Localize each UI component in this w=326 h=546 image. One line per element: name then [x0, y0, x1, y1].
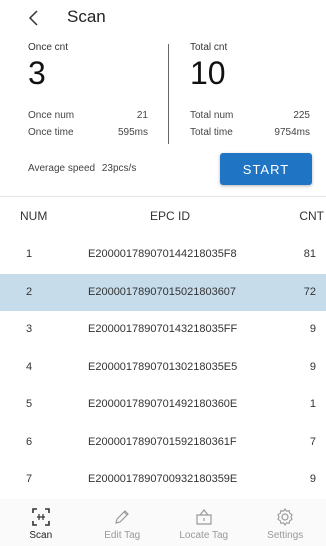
total-time-label: Total time	[190, 127, 233, 138]
total-time-value: 9754ms	[274, 127, 310, 138]
average-speed-value: 23pcs/s	[101, 163, 137, 174]
average-speed: Average speed 23pcs/s	[28, 163, 136, 174]
row-cnt: 9	[309, 323, 316, 335]
nav-item-scan[interactable]: Scan	[0, 499, 82, 546]
row-epc: E2000017890700932180359E	[88, 473, 238, 485]
table-header: NUM EPC ID CNT	[0, 196, 326, 234]
total-time-row: Total time 9754ms	[190, 127, 310, 141]
row-epc: E2000017890701492180360E	[88, 398, 238, 410]
stats-divider	[168, 44, 169, 144]
once-cnt-label: Once cnt	[28, 42, 69, 53]
app-header: Scan	[0, 0, 326, 36]
once-num-label: Once num	[28, 110, 75, 121]
start-button[interactable]: START	[220, 153, 312, 185]
scan-stats-panel: Once cnt 3 Once num 21 Once time 595ms T…	[0, 36, 326, 196]
nav-label-edit-tag: Edit Tag	[104, 530, 141, 541]
gear-icon	[277, 508, 293, 526]
page-title: Scan	[67, 7, 106, 26]
once-cnt-value: 3	[28, 55, 46, 91]
once-num-row: Once num 21	[28, 110, 148, 124]
row-num: 7	[26, 473, 33, 485]
col-header-epc: EPC ID	[149, 209, 190, 223]
row-cnt: 72	[303, 285, 316, 298]
row-epc: E200001789070144218035F8	[88, 248, 237, 260]
row-epc: E20000178907015021803607	[88, 285, 237, 298]
row-epc: E200001789070130218035E5	[88, 360, 238, 373]
row-num: 5	[26, 398, 33, 410]
once-stats: Once cnt 3 Once num 21 Once time 595ms	[28, 42, 148, 138]
row-cnt: 9	[309, 473, 316, 485]
total-num-value: 225	[293, 110, 310, 121]
row-num: 1	[26, 248, 33, 260]
tag-list[interactable]: 1 E200001789070144218035F8 81 2 E2000017…	[0, 236, 326, 499]
once-time-row: Once time 595ms	[28, 127, 148, 141]
average-speed-label: Average speed	[28, 163, 96, 174]
total-cnt-value: 10	[190, 55, 226, 91]
row-cnt: 9	[309, 360, 316, 373]
row-epc: E200001789070143218035FF	[88, 323, 238, 335]
total-num-label: Total num	[190, 110, 234, 121]
row-num: 2	[26, 285, 33, 298]
nav-label-locate-tag: Locate Tag	[179, 530, 229, 541]
table-row[interactable]: 3 E200001789070143218035FF 9	[0, 311, 326, 349]
col-header-cnt: CNT	[299, 209, 324, 223]
pencil-icon	[115, 510, 130, 524]
row-epc: E2000017890701592180361F	[88, 435, 237, 448]
nav-item-edit-tag[interactable]: Edit Tag	[82, 499, 164, 546]
once-num-value: 21	[136, 110, 148, 121]
table-row-selected[interactable]: 2 E20000178907015021803607 72	[0, 273, 326, 311]
table-row[interactable]: 4 E200001789070130218035E5 9	[0, 349, 326, 387]
row-cnt: 7	[309, 435, 316, 448]
table-row[interactable]: 7 E2000017890700932180359E 9	[0, 461, 326, 499]
table-row[interactable]: 1 E200001789070144218035F8 81	[0, 236, 326, 274]
nav-label-scan: Scan	[29, 530, 53, 541]
row-cnt: 81	[303, 248, 316, 260]
total-cnt-label: Total cnt	[190, 42, 228, 53]
row-num: 3	[26, 323, 33, 335]
bottom-nav: Scan Edit Tag Locate Tag Settings	[0, 499, 326, 546]
row-num: 6	[26, 435, 33, 448]
scan-icon	[31, 508, 50, 526]
table-row[interactable]: 5 E2000017890701492180360E 1	[0, 386, 326, 424]
nav-item-settings[interactable]: Settings	[245, 499, 326, 546]
once-time-value: 595ms	[117, 127, 148, 138]
tag-icon	[196, 509, 212, 525]
table-row[interactable]: 6 E2000017890701592180361F 7	[0, 424, 326, 462]
total-num-row: Total num 225	[190, 110, 310, 124]
row-cnt: 1	[309, 398, 316, 410]
back-button[interactable]	[24, 6, 44, 30]
once-time-label: Once time	[28, 127, 74, 138]
total-stats: Total cnt 10 Total num 225 Total time 97…	[190, 42, 310, 138]
chevron-left-icon	[28, 10, 38, 26]
row-num: 4	[26, 360, 33, 373]
nav-label-settings: Settings	[267, 530, 304, 541]
nav-item-locate-tag[interactable]: Locate Tag	[163, 499, 245, 546]
